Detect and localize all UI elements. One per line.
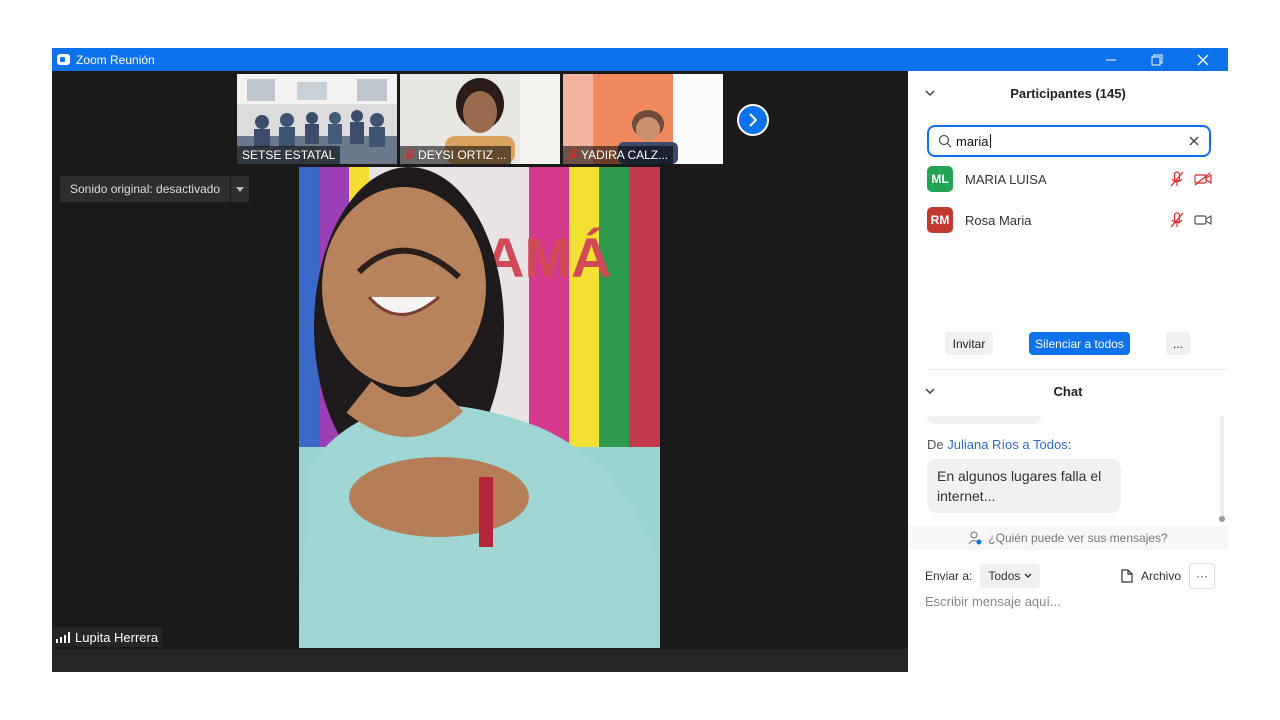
title-bar: Zoom Reunión (52, 48, 1228, 71)
muted-mic-icon (405, 149, 415, 161)
speaker-name-tag: Lupita Herrera (52, 627, 163, 647)
speaker-video-frame: AMÁ (299, 167, 660, 648)
active-speaker-video: AMÁ (299, 167, 660, 648)
file-label: Archivo (1141, 569, 1182, 583)
who-can-see-text: ¿Quién puede ver sus mensajes? (988, 531, 1168, 545)
video-thumbnail[interactable]: SETSE ESTATAL (237, 74, 397, 164)
svg-text:AMÁ: AMÁ (484, 226, 612, 289)
who-can-see-link[interactable]: ¿Quién puede ver sus mensajes? (908, 526, 1228, 550)
search-icon (938, 134, 952, 148)
window-title: Zoom Reunión (76, 52, 155, 67)
video-off-icon[interactable] (1194, 172, 1212, 186)
participant-search-input[interactable]: maria (927, 125, 1211, 157)
muted-mic-icon[interactable] (1170, 212, 1184, 228)
side-panel: Participantes (145) maria ML MARIA LUISA… (908, 71, 1228, 672)
participant-row[interactable]: ML MARIA LUISA (908, 161, 1228, 197)
original-sound-dropdown[interactable]: Sonido original: desactivado (60, 176, 250, 202)
mute-all-button[interactable]: Silenciar a todos (1029, 332, 1130, 355)
next-page-button[interactable] (737, 104, 769, 136)
message-sender-line: De Juliana Ríos a Todos: (927, 437, 1071, 452)
minimize-icon (1106, 59, 1116, 60)
zoom-window: Zoom Reunión SETSE ESTATAL DEYSI ORTIZ .… (52, 48, 1228, 672)
participant-name: MARIA LUISA (965, 171, 1047, 187)
thumbnail-label: YADIRA CALZ... (563, 146, 674, 164)
close-icon (1197, 54, 1209, 65)
send-to-label: Enviar a: (925, 569, 973, 583)
participant-name: SETSE ESTATAL (242, 148, 336, 162)
restore-icon (1151, 54, 1163, 65)
video-camera-icon[interactable] (1194, 213, 1212, 227)
person-info-icon (968, 531, 982, 545)
collapse-chevron-icon[interactable] (924, 87, 936, 99)
message-sender[interactable]: Juliana Ríos (947, 437, 1019, 452)
file-icon (1121, 569, 1133, 583)
chat-title: Chat (1053, 383, 1083, 399)
avatar: ML (927, 166, 953, 192)
send-to-row: Enviar a: Todos Archivo ··· (925, 563, 1215, 589)
chat-message-bubble: En algunos lugares falla el internet... (927, 459, 1121, 513)
previous-message-bubble (927, 416, 1041, 424)
original-sound-label: Sonido original: desactivado (70, 182, 221, 196)
muted-mic-icon (568, 149, 578, 161)
video-area: SETSE ESTATAL DEYSI ORTIZ ... YADIRA CAL… (52, 71, 908, 672)
participant-name: Rosa Maria (965, 212, 1032, 228)
recipient-dropdown[interactable]: Todos (980, 564, 1041, 588)
chevron-down-icon (1024, 573, 1032, 578)
colon: : (1067, 437, 1072, 452)
avatar: RM (927, 207, 953, 233)
chat-scrollbar[interactable] (1220, 416, 1224, 522)
message-recipient[interactable]: Todos (1033, 437, 1068, 452)
participants-header: Participantes (145) (908, 73, 1228, 113)
clear-search-icon[interactable] (1187, 134, 1201, 148)
to-word: a (1022, 437, 1030, 452)
thumbnail-label: DEYSI ORTIZ ... (400, 146, 512, 164)
close-button[interactable] (1180, 48, 1226, 71)
chat-scroll-thumb[interactable] (1219, 516, 1225, 522)
collapse-chevron-icon[interactable] (924, 385, 936, 397)
video-thumbnail[interactable]: DEYSI ORTIZ ... (400, 74, 560, 164)
recipient-value: Todos (988, 569, 1021, 583)
invite-button[interactable]: Invitar (945, 332, 993, 355)
file-button[interactable]: Archivo (1121, 563, 1181, 589)
chat-message-input[interactable]: Escribir mensaje aquí... (925, 594, 1061, 609)
zoom-app-icon (57, 54, 70, 65)
dropdown-caret-icon[interactable] (230, 176, 249, 202)
speaker-name: Lupita Herrera (75, 629, 159, 645)
chat-more-button[interactable]: ··· (1189, 563, 1215, 589)
from-prefix: De (927, 437, 944, 452)
participant-name: DEYSI ORTIZ ... (418, 148, 507, 162)
participants-title: Participantes (145) (1010, 85, 1126, 101)
participants-more-button[interactable]: ... (1166, 332, 1190, 355)
video-thumbnail[interactable]: YADIRA CALZ... (563, 74, 723, 164)
meeting-controls-strip (52, 649, 908, 672)
participant-row[interactable]: RM Rosa Maria (908, 202, 1228, 238)
muted-mic-icon[interactable] (1170, 171, 1184, 187)
minimize-button[interactable] (1088, 48, 1134, 71)
signal-strength-icon (56, 631, 70, 643)
search-value: maria (956, 133, 989, 149)
thumbnail-label: SETSE ESTATAL (237, 146, 341, 164)
section-divider (927, 369, 1227, 370)
chevron-right-icon (749, 113, 758, 127)
restore-button[interactable] (1134, 48, 1180, 71)
chat-header: Chat (908, 371, 1228, 411)
participant-name: YADIRA CALZ... (581, 148, 669, 162)
